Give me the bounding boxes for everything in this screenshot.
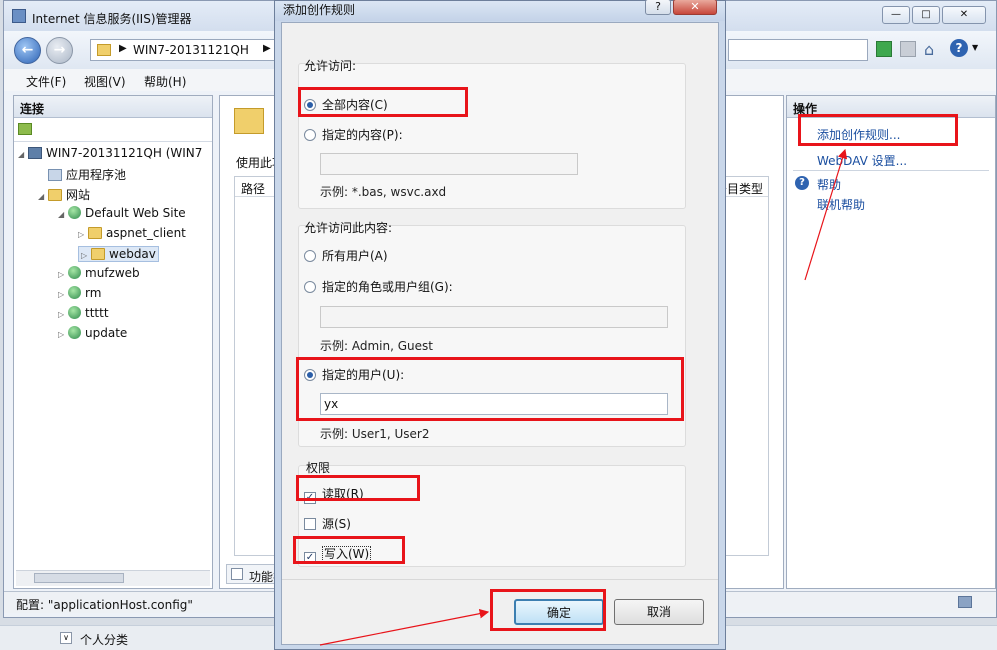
help-icon: ? <box>795 176 809 190</box>
dialog-title-bar: 添加创作规则 ? ✕ <box>275 0 725 21</box>
connections-pane: 连接 ◢ WIN7-20131121QH (WIN7 应用程序池 ◢ 网站 ◢ Def… <box>13 95 213 589</box>
personal-category: 个人分类 <box>80 633 129 647</box>
dialog-help-button[interactable]: ? <box>645 0 671 15</box>
home-icon[interactable]: ⌂ <box>924 40 934 59</box>
connect-icon[interactable] <box>18 123 32 135</box>
allow-who-label: 允许访问此内容: <box>304 221 393 235</box>
tree-item-rm[interactable]: ▷ rm <box>58 286 101 300</box>
users-example: 示例: User1, User2 <box>320 427 430 441</box>
address-breadcrumb[interactable]: ▶ WIN7-20131121QH ▶ <box>90 39 278 61</box>
horizontal-scrollbar[interactable] <box>16 570 210 586</box>
radio-all-users[interactable]: 所有用户(A) <box>304 247 388 264</box>
computer-icon <box>28 147 42 159</box>
globe-icon <box>68 306 81 319</box>
connections-header: 连接 <box>14 96 212 118</box>
maximize-button[interactable]: □ <box>912 6 940 24</box>
tree-item-server[interactable]: ◢ WIN7-20131121QH (WIN7 <box>18 146 202 160</box>
radio-specified-content[interactable]: 指定的内容(P): <box>304 126 403 143</box>
folder-icon <box>91 248 105 260</box>
highlight-specified-users <box>296 357 684 421</box>
breadcrumb-server[interactable]: WIN7-20131121QH <box>133 43 249 57</box>
tree-item-ttttt[interactable]: ▷ ttttt <box>58 306 109 320</box>
globe-icon <box>68 266 81 279</box>
checkbox-source[interactable]: 源(S) <box>304 515 351 532</box>
roles-groups-input[interactable] <box>320 306 668 328</box>
actions-divider <box>793 170 989 171</box>
tree-item-sites[interactable]: ◢ 网站 <box>38 186 90 203</box>
content-example: 示例: *.bas, wsvc.axd <box>320 185 447 199</box>
radio-indicator[interactable] <box>304 129 316 141</box>
tree-item-webdav[interactable]: ▷ webdav <box>78 246 159 262</box>
tree-item-aspnet-client[interactable]: ▷ aspnet_client <box>78 226 186 240</box>
features-view-icon <box>231 568 243 580</box>
dialog-separator <box>282 579 718 580</box>
radio-indicator[interactable] <box>304 281 316 293</box>
scrollbar-thumb[interactable] <box>34 573 124 583</box>
specified-content-input[interactable] <box>320 153 578 175</box>
tree-item-app-pools[interactable]: 应用程序池 <box>38 166 126 183</box>
folder-icon <box>48 189 62 201</box>
checkbox-indicator[interactable] <box>304 518 316 530</box>
window-title: Internet 信息服务(IIS)管理器 <box>32 12 192 26</box>
forward-button[interactable]: → <box>46 37 73 64</box>
cancel-button[interactable]: 取消 <box>614 599 704 625</box>
radio-roles-groups[interactable]: 指定的角色或用户组(G): <box>304 278 453 295</box>
roles-example: 示例: Admin, Guest <box>320 339 433 353</box>
actions-pane: 操作 添加创作规则... WebDAV 设置... ? 帮助 联机帮助 <box>786 95 996 589</box>
dialog-title: 添加创作规则 <box>283 3 356 17</box>
breadcrumb-arrow-icon: ▶ <box>119 43 127 54</box>
action-help[interactable]: 帮助 <box>817 176 841 193</box>
tree-item-mufzweb[interactable]: ▷ mufzweb <box>58 266 140 280</box>
webdav-folder-icon <box>234 108 264 134</box>
folder-icon <box>97 44 111 56</box>
folder-icon <box>88 227 102 239</box>
refresh-icon[interactable] <box>876 41 892 57</box>
address-field-right[interactable] <box>728 39 868 61</box>
permissions-label: 权限 <box>306 461 331 475</box>
highlight-write <box>293 536 405 564</box>
tree-item-update[interactable]: ▷ update <box>58 326 127 340</box>
collapse-icon[interactable]: ∨ <box>60 632 72 644</box>
menu-view[interactable]: 视图(V) <box>84 73 126 90</box>
menu-file[interactable]: 文件(F) <box>26 73 66 90</box>
app-pool-icon <box>48 169 62 181</box>
chevron-down-icon[interactable]: ▼ <box>972 43 978 52</box>
tree-item-default-site[interactable]: ◢ Default Web Site <box>58 206 186 220</box>
radio-indicator[interactable] <box>304 250 316 262</box>
dialog-close-button[interactable]: ✕ <box>673 0 717 15</box>
connections-toolbar <box>14 118 212 142</box>
column-path[interactable]: 路径 <box>241 180 265 197</box>
globe-icon <box>68 326 81 339</box>
iis-app-icon <box>12 9 26 23</box>
allow-access-label: 允许访问: <box>304 59 357 73</box>
close-window-button[interactable]: ✕ <box>942 6 986 24</box>
action-webdav-settings[interactable]: WebDAV 设置... <box>817 152 907 169</box>
action-online-help[interactable]: 联机帮助 <box>817 196 865 213</box>
globe-icon <box>68 206 81 219</box>
back-button[interactable]: ← <box>14 37 41 64</box>
network-status-icon <box>958 596 972 608</box>
stop-icon[interactable] <box>900 41 916 57</box>
minimize-button[interactable]: — <box>882 6 910 24</box>
highlight-read <box>296 475 420 501</box>
highlight-ok-button <box>490 589 606 631</box>
breadcrumb-arrow-icon: ▶ <box>263 43 271 54</box>
highlight-all-content <box>298 87 468 117</box>
menu-help[interactable]: 帮助(H) <box>144 73 186 90</box>
globe-icon <box>68 286 81 299</box>
status-config: 配置: "applicationHost.config" <box>16 598 193 612</box>
highlight-add-rule-action <box>798 114 958 146</box>
help-icon[interactable]: ? <box>950 39 968 57</box>
